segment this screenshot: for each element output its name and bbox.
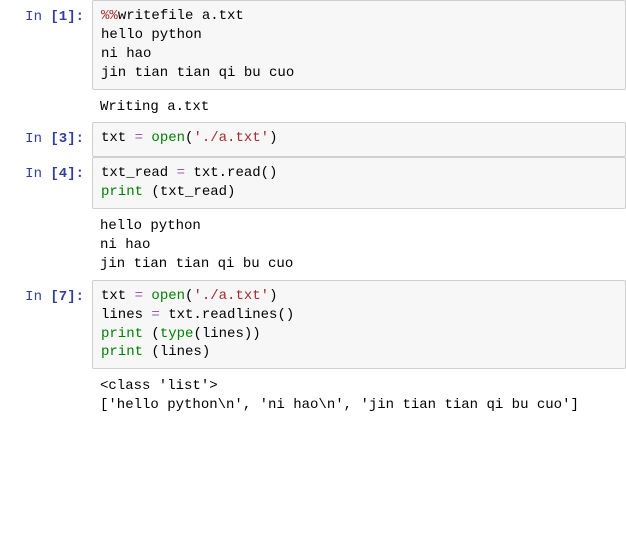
code-line: print (lines): [101, 343, 617, 362]
cell-input: In [4]:txt_read = txt.read()print (txt_r…: [0, 157, 626, 209]
code-line: ni hao: [101, 45, 617, 64]
code-token: txt.read(): [185, 165, 277, 181]
code-token: print: [101, 184, 143, 200]
code-token: (lines): [143, 344, 210, 360]
cell-output: <class 'list'>['hello python\n', 'ni hao…: [0, 369, 626, 421]
prompt-number: [4]:: [50, 166, 84, 182]
code-token: txt_read: [101, 165, 177, 181]
input-prompt: In [1]:: [0, 0, 92, 90]
code-token: txt.readlines(): [160, 307, 294, 323]
code-token: (txt_read): [143, 184, 235, 200]
prompt-label: In: [25, 131, 50, 147]
prompt-number: [1]:: [50, 9, 84, 25]
code-token: lines: [101, 307, 151, 323]
input-prompt: In [7]:: [0, 280, 92, 370]
cell-input: In [7]:txt = open('./a.txt')lines = txt.…: [0, 280, 626, 370]
code-token: =: [151, 307, 159, 323]
output-text: hello pythonni haojin tian tian qi bu cu…: [92, 209, 626, 280]
prompt-number: [3]:: [50, 131, 84, 147]
output-line: Writing a.txt: [100, 98, 614, 117]
output-text: Writing a.txt: [92, 90, 626, 123]
prompt-label: In: [25, 9, 50, 25]
output-line: ['hello python\n', 'ni hao\n', 'jin tian…: [100, 396, 614, 415]
code-token: txt: [101, 130, 135, 146]
code-token: print: [101, 326, 143, 342]
output-prompt: [0, 369, 92, 421]
code-token: open: [151, 130, 185, 146]
output-prompt: [0, 90, 92, 123]
prompt-number: [7]:: [50, 289, 84, 305]
code-line: jin tian tian qi bu cuo: [101, 64, 617, 83]
code-token: './a.txt': [193, 288, 269, 304]
code-token: =: [135, 288, 143, 304]
code-token: writefile a.txt: [118, 8, 244, 24]
output-prompt: [0, 209, 92, 280]
code-line: hello python: [101, 26, 617, 45]
code-line: %%writefile a.txt: [101, 7, 617, 26]
code-line: print (txt_read): [101, 183, 617, 202]
code-token: ): [269, 130, 277, 146]
cell-output: hello pythonni haojin tian tian qi bu cu…: [0, 209, 626, 280]
output-line: <class 'list'>: [100, 377, 614, 396]
code-token: hello python: [101, 27, 202, 43]
output-line: ni hao: [100, 236, 614, 255]
output-line: hello python: [100, 217, 614, 236]
input-prompt: In [4]:: [0, 157, 92, 209]
code-line: txt_read = txt.read(): [101, 164, 617, 183]
code-line: print (type(lines)): [101, 325, 617, 344]
code-input[interactable]: txt = open('./a.txt')lines = txt.readlin…: [92, 280, 626, 370]
code-token: ): [269, 288, 277, 304]
code-input[interactable]: txt = open('./a.txt'): [92, 122, 626, 157]
cell-output: Writing a.txt: [0, 90, 626, 123]
code-token: open: [151, 288, 185, 304]
code-input[interactable]: %%writefile a.txthello pythonni haojin t…: [92, 0, 626, 90]
output-line: jin tian tian qi bu cuo: [100, 255, 614, 274]
cell-input: In [3]: txt = open('./a.txt'): [0, 122, 626, 157]
input-prompt: In [3]:: [0, 122, 92, 157]
code-token: =: [135, 130, 143, 146]
code-token: txt: [101, 288, 135, 304]
code-token: =: [177, 165, 185, 181]
notebook: In [1]:%%writefile a.txthello pythonni h…: [0, 0, 626, 421]
code-token: type: [160, 326, 194, 342]
code-token: print: [101, 344, 143, 360]
code-token: './a.txt': [193, 130, 269, 146]
code-token: (: [143, 326, 160, 342]
code-token: (lines)): [193, 326, 260, 342]
code-line: lines = txt.readlines(): [101, 306, 617, 325]
code-line: txt = open('./a.txt'): [101, 287, 617, 306]
code-token: %%: [101, 8, 118, 24]
cell-input: In [1]:%%writefile a.txthello pythonni h…: [0, 0, 626, 90]
output-text: <class 'list'>['hello python\n', 'ni hao…: [92, 369, 626, 421]
prompt-label: In: [25, 289, 50, 305]
code-input[interactable]: txt_read = txt.read()print (txt_read): [92, 157, 626, 209]
prompt-label: In: [25, 166, 50, 182]
code-line: txt = open('./a.txt'): [101, 129, 617, 148]
code-token: ni hao: [101, 46, 151, 62]
code-token: jin tian tian qi bu cuo: [101, 65, 294, 81]
